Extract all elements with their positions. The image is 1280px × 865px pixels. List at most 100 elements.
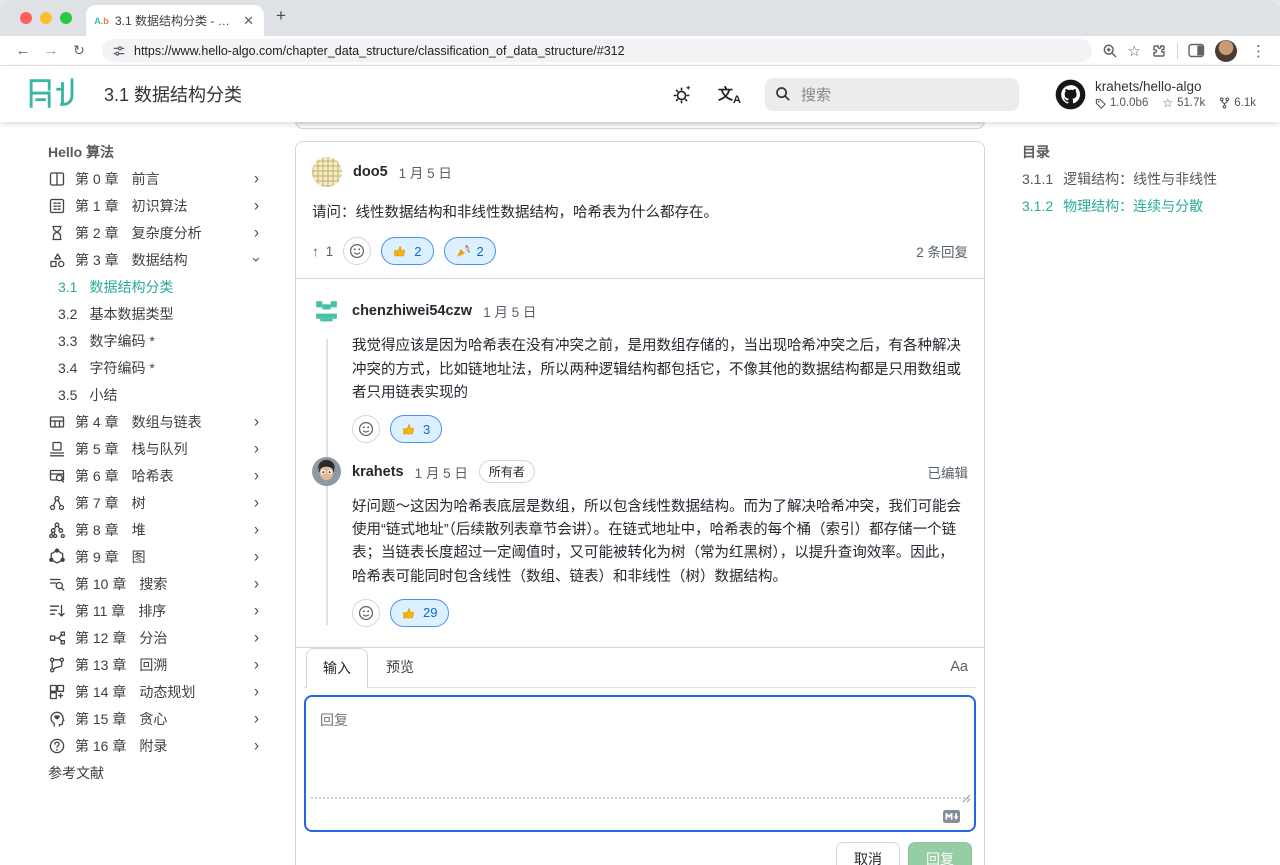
upvote-button[interactable]: ↑1 <box>312 244 333 259</box>
sidebar-item-chapter-15[interactable]: 第 15 章贪心› <box>0 705 285 732</box>
sidebar-item-chapter-0[interactable]: 第 0 章前言› <box>0 165 285 192</box>
editor-tabs: 输入 预览 Aa <box>304 648 976 688</box>
sidebar-item-chapter-6[interactable]: 第 6 章哈希表› <box>0 462 285 489</box>
sidebar-item-chapter-14[interactable]: 第 14 章动态规划› <box>0 678 285 705</box>
resize-handle-icon[interactable] <box>962 794 971 803</box>
add-reaction-button[interactable] <box>352 599 380 627</box>
sidebar-item-chapter-11[interactable]: 第 11 章排序› <box>0 597 285 624</box>
sidebar-item-3.3[interactable]: 3.3数字编码 * <box>0 327 285 354</box>
reply-submit-button[interactable]: 回复 <box>908 842 972 865</box>
thumbs-up-icon <box>393 244 407 258</box>
party-popper-icon <box>456 244 470 258</box>
bookmark-star-icon[interactable]: ☆ <box>1128 42 1141 60</box>
text-format-hint[interactable]: Aa <box>950 659 974 675</box>
chevron-right-icon: › <box>254 574 259 593</box>
edited-label: 已编辑 <box>928 462 969 482</box>
tab-close-icon[interactable]: ✕ <box>241 13 256 29</box>
sidebar-item-chapter-13[interactable]: 第 13 章回溯› <box>0 651 285 678</box>
sidebar-item-3.2[interactable]: 3.2基本数据类型 <box>0 300 285 327</box>
chevron-down-icon: › <box>248 257 265 262</box>
back-icon[interactable]: ← <box>10 42 36 59</box>
book-icon <box>48 170 66 188</box>
sidebar-item-chapter-9[interactable]: 第 9 章图› <box>0 543 285 570</box>
browser-tab[interactable]: A.b 3.1 数据结构分类 - Hello 算法 ✕ <box>86 5 264 36</box>
close-window-button[interactable] <box>20 12 32 24</box>
toc-item-3.1.2[interactable]: 3.1.2物理结构：连续与分散 <box>1022 192 1272 219</box>
sidebar-item-chapter-3[interactable]: 第 3 章数据结构› <box>0 246 285 273</box>
sidebar-item-chapter-7[interactable]: 第 7 章树› <box>0 489 285 516</box>
maximize-window-button[interactable] <box>60 12 72 24</box>
comment-author[interactable]: doo5 <box>353 164 388 180</box>
hello-algo-favicon: A.b <box>94 13 109 28</box>
sidebar-item-chapter-2[interactable]: 第 2 章复杂度分析› <box>0 219 285 246</box>
cancel-button[interactable]: 取消 <box>836 842 900 865</box>
tab-preview[interactable]: 预览 <box>368 648 432 686</box>
chevron-right-icon: › <box>254 169 259 188</box>
reply-author[interactable]: krahets <box>352 464 404 480</box>
sidebar-item-chapter-10[interactable]: 第 10 章搜索› <box>0 570 285 597</box>
reply-date[interactable]: 1 月 5 日 <box>483 301 536 321</box>
sort-icon <box>48 602 66 620</box>
reaction-thumbs-up[interactable]: 3 <box>390 415 442 443</box>
reload-icon[interactable]: ↻ <box>66 42 92 59</box>
forward-icon[interactable]: → <box>38 42 64 59</box>
chevron-right-icon: › <box>254 709 259 728</box>
smiley-icon <box>349 243 365 259</box>
url-bar[interactable]: https://www.hello-algo.com/chapter_data_… <box>102 39 1092 62</box>
reply-date[interactable]: 1 月 5 日 <box>415 462 468 482</box>
stack-icon <box>48 440 66 458</box>
extensions-icon[interactable] <box>1151 43 1167 59</box>
minimize-window-button[interactable] <box>40 12 52 24</box>
menu-kebab-icon[interactable]: ⋮ <box>1247 42 1270 60</box>
heap-icon <box>48 521 66 539</box>
sidebar-item-3.1[interactable]: 3.1数据结构分类 <box>0 273 285 300</box>
smiley-icon <box>358 421 374 437</box>
previous-comment-partial <box>295 121 985 129</box>
greedy-icon <box>48 710 66 728</box>
comment-date[interactable]: 1 月 5 日 <box>399 162 452 182</box>
sidebar-item-references[interactable]: 参考文献 <box>0 759 285 786</box>
add-reaction-button[interactable] <box>352 415 380 443</box>
add-reaction-button[interactable] <box>343 237 371 265</box>
markdown-icon[interactable] <box>943 810 960 823</box>
translate-icon[interactable]: 文A <box>718 83 741 106</box>
reaction-thumbs-up[interactable]: 2 <box>381 237 433 265</box>
abacus-icon <box>48 197 66 215</box>
hello-algo-logo[interactable] <box>24 75 82 113</box>
tab-write[interactable]: 输入 <box>306 648 368 688</box>
shapes-icon <box>48 251 66 269</box>
sidebar-item-chapter-4[interactable]: 第 4 章数组与链表› <box>0 408 285 435</box>
tree-icon <box>48 494 66 512</box>
avatar-chenzhiwei54czw[interactable] <box>312 296 341 325</box>
github-repo-link[interactable]: krahets/hello-algo 1.0.0b6 ☆ 51.7k 6.1k <box>1055 79 1256 110</box>
browser-tab-strip: A.b 3.1 数据结构分类 - Hello 算法 ✕ + <box>0 0 1280 36</box>
profile-avatar[interactable] <box>1215 40 1237 62</box>
reaction-thumbs-up[interactable]: 29 <box>390 599 449 627</box>
side-panel-icon[interactable] <box>1188 43 1205 58</box>
sidebar-item-chapter-16[interactable]: 第 16 章附录› <box>0 732 285 759</box>
sidebar-item-chapter-8[interactable]: 第 8 章堆› <box>0 516 285 543</box>
chevron-right-icon: › <box>254 628 259 647</box>
sidebar-item-chapter-12[interactable]: 第 12 章分治› <box>0 624 285 651</box>
theme-toggle-icon[interactable] <box>671 83 694 106</box>
thumbs-up-icon <box>402 606 416 620</box>
avatar-doo5[interactable] <box>312 157 342 187</box>
sidebar-item-3.4[interactable]: 3.4字符编码 * <box>0 354 285 381</box>
reply-textarea[interactable]: 回复 <box>304 695 976 832</box>
zoom-indicator-icon[interactable] <box>1102 43 1118 59</box>
sidebar-item-chapter-1[interactable]: 第 1 章初识算法› <box>0 192 285 219</box>
sidebar-item-3.5[interactable]: 3.5小结 <box>0 381 285 408</box>
reply-placeholder: 回复 <box>320 710 348 730</box>
search-icon <box>775 86 791 102</box>
sidebar-item-chapter-5[interactable]: 第 5 章栈与队列› <box>0 435 285 462</box>
reaction-party[interactable]: 2 <box>444 237 496 265</box>
reply-2: krahets 1 月 5 日 所有者 已编辑 好问题～这因为哈希表底层是数组，… <box>312 457 968 627</box>
search-input[interactable]: 搜索 <box>765 78 1019 111</box>
repo-stars: 51.7k <box>1177 97 1205 109</box>
new-tab-button[interactable]: + <box>276 6 286 26</box>
toc-item-3.1.1[interactable]: 3.1.1逻辑结构：线性与非线性 <box>1022 165 1272 192</box>
reply-author[interactable]: chenzhiwei54czw <box>352 303 472 319</box>
tag-icon <box>1095 98 1106 109</box>
site-settings-icon[interactable] <box>112 44 126 58</box>
avatar-krahets[interactable] <box>312 457 341 486</box>
